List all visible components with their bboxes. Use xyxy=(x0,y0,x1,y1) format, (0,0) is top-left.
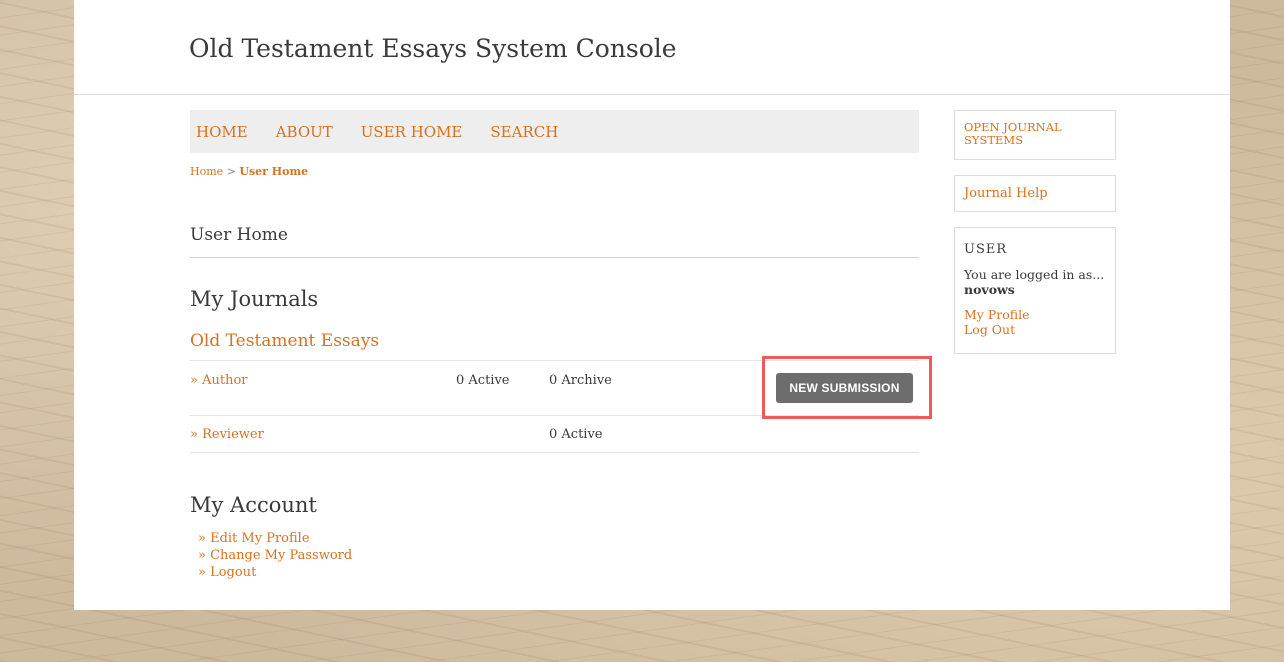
change-password-link[interactable]: » Change My Password xyxy=(198,548,352,563)
journal-help-link[interactable]: Journal Help xyxy=(964,186,1048,201)
author-archive-count[interactable]: 0 Archive xyxy=(549,373,612,388)
log-out-link[interactable]: Log Out xyxy=(964,322,1106,337)
page-title: User Home xyxy=(190,225,919,258)
new-submission-button[interactable]: NEW SUBMISSION xyxy=(776,373,913,403)
author-role-link[interactable]: » Author xyxy=(190,373,247,388)
logout-link[interactable]: » Logout xyxy=(198,565,256,580)
breadcrumb-separator: > xyxy=(226,165,236,178)
reviewer-role-link[interactable]: » Reviewer xyxy=(190,427,264,442)
nav-search[interactable]: SEARCH xyxy=(490,123,558,141)
main-nav: HOME ABOUT USER HOME SEARCH xyxy=(190,110,919,153)
list-item: » Change My Password xyxy=(198,547,352,564)
account-links: » Edit My Profile » Change My Password »… xyxy=(198,530,352,581)
site-title: Old Testament Essays System Console xyxy=(189,34,677,63)
header: Old Testament Essays System Console xyxy=(74,0,1230,95)
my-journals-title: My Journals xyxy=(190,287,319,311)
sidebar-help-box: Journal Help xyxy=(954,175,1116,212)
my-profile-link[interactable]: My Profile xyxy=(964,307,1106,322)
nav-user-home[interactable]: USER HOME xyxy=(361,123,463,141)
role-row-reviewer: » Reviewer 0 Active xyxy=(190,415,919,453)
logged-in-text: You are logged in as... xyxy=(964,267,1105,282)
breadcrumb-current: User Home xyxy=(239,165,309,178)
list-item: » Edit My Profile xyxy=(198,530,352,547)
breadcrumb-home[interactable]: Home xyxy=(190,165,223,178)
sidebar-ojs-box: OPEN JOURNAL SYSTEMS xyxy=(954,110,1116,160)
username: novows xyxy=(964,282,1015,297)
reviewer-active-count[interactable]: 0 Active xyxy=(549,427,603,442)
nav-home[interactable]: HOME xyxy=(196,123,248,141)
my-account-title: My Account xyxy=(190,493,317,517)
list-item: » Logout xyxy=(198,564,352,581)
page-container: Old Testament Essays System Console HOME… xyxy=(74,0,1230,610)
open-journal-systems-link[interactable]: OPEN JOURNAL SYSTEMS xyxy=(964,120,1062,147)
breadcrumb: Home > User Home xyxy=(190,165,308,178)
user-box-title: USER xyxy=(964,242,1008,257)
edit-profile-link[interactable]: » Edit My Profile xyxy=(198,531,310,546)
journal-link[interactable]: Old Testament Essays xyxy=(190,331,379,351)
nav-about[interactable]: ABOUT xyxy=(276,123,333,141)
author-active-count[interactable]: 0 Active xyxy=(456,373,510,388)
sidebar-user-box: USER You are logged in as... novows My P… xyxy=(954,227,1116,354)
